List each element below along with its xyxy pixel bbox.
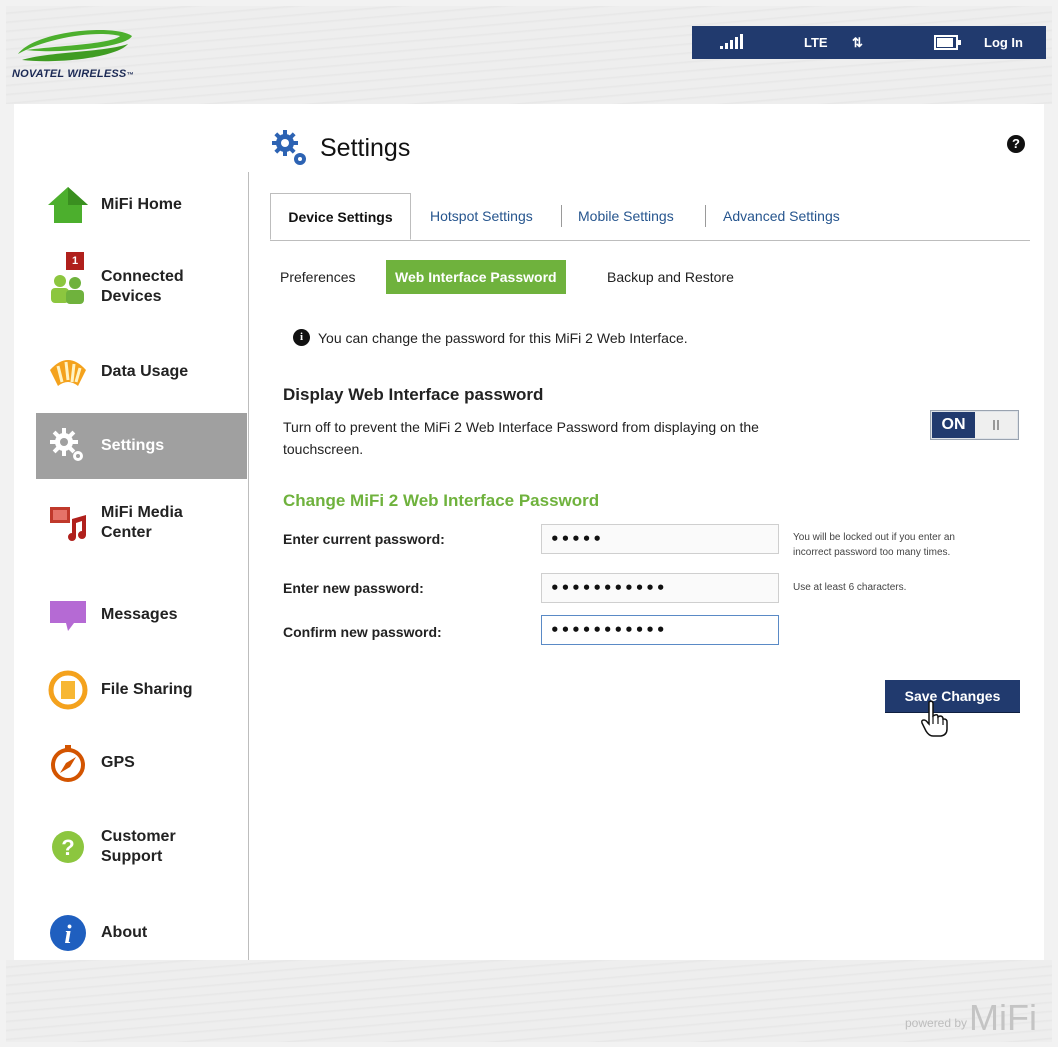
- login-button[interactable]: Log In: [984, 26, 1023, 59]
- sidebar-item-label: Connected Devices: [101, 268, 184, 305]
- tab-divider: [705, 205, 706, 227]
- new-password-input[interactable]: [541, 573, 779, 603]
- gps-compass-icon: [51, 745, 85, 782]
- tab-device-settings[interactable]: Device Settings: [270, 193, 411, 240]
- sidebar-item-mifi-home[interactable]: MiFi Home: [36, 172, 247, 238]
- settings-tabs: Device Settings Hotspot Settings Mobile …: [270, 193, 1030, 241]
- connected-devices-icon: [51, 275, 84, 304]
- status-bar: LTE ⇅ Log In: [692, 26, 1046, 59]
- messages-icon: [50, 601, 86, 631]
- new-password-label: Enter new password:: [283, 580, 424, 596]
- page-header: Settings: [270, 126, 410, 170]
- subtab-preferences[interactable]: Preferences: [280, 260, 355, 294]
- powered-by-mifi-logo: powered by MiFi: [905, 1000, 1037, 1036]
- sidebar-item-label: Messages: [101, 606, 178, 623]
- sidebar-item-label: MiFi Home: [101, 196, 182, 213]
- media-center-icon: [50, 507, 86, 541]
- sidebar-item-label: GPS: [101, 754, 135, 771]
- sidebar-item-gps[interactable]: GPS: [36, 730, 247, 796]
- display-password-heading: Display Web Interface password: [283, 385, 544, 404]
- svg-text:i: i: [64, 920, 72, 949]
- new-password-hint: Use at least 6 characters.: [793, 582, 907, 593]
- sidebar-item-customer-support[interactable]: ? Customer Support: [36, 814, 247, 880]
- sidebar-item-label: Settings: [101, 437, 165, 454]
- sidebar-item-about[interactable]: i About: [36, 900, 247, 966]
- subtab-backup-and-restore[interactable]: Backup and Restore: [607, 260, 734, 294]
- settings-header-icon: [272, 130, 306, 165]
- sidebar-item-mifi-media-center[interactable]: MiFi Media Center: [36, 490, 247, 556]
- sidebar-item-label: About: [101, 924, 148, 941]
- toggle-on-label: ON: [932, 412, 975, 438]
- about-info-icon: i: [50, 915, 86, 951]
- sidebar-item-settings[interactable]: Settings: [36, 413, 247, 479]
- change-password-heading: Change MiFi 2 Web Interface Password: [283, 491, 600, 510]
- confirm-password-input[interactable]: [541, 615, 779, 645]
- sidebar-item-data-usage[interactable]: Data Usage: [36, 339, 247, 405]
- tab-hotspot-settings[interactable]: Hotspot Settings: [430, 193, 533, 239]
- signal-strength-icon: [720, 26, 743, 59]
- hand-cursor-icon: [921, 700, 948, 737]
- sidebar-item-label: Data Usage: [101, 363, 189, 380]
- current-password-input[interactable]: [541, 524, 779, 554]
- tab-divider: [561, 205, 562, 227]
- powered-by-text: powered by: [905, 1016, 968, 1030]
- sidebar-item-label: File Sharing: [101, 681, 193, 698]
- sidebar-item-label: MiFi Media Center: [101, 504, 183, 541]
- home-icon: [48, 187, 88, 223]
- current-password-label: Enter current password:: [283, 531, 445, 547]
- battery-icon: [934, 26, 961, 59]
- info-icon: i: [293, 329, 310, 346]
- toggle-handle[interactable]: [975, 412, 1017, 438]
- tab-advanced-settings[interactable]: Advanced Settings: [723, 193, 840, 239]
- tab-mobile-settings[interactable]: Mobile Settings: [578, 193, 674, 239]
- sidebar-nav: MiFi Home 1 Connected Devices Data Usage…: [36, 172, 249, 960]
- data-usage-icon: [50, 360, 86, 386]
- confirm-password-label: Confirm new password:: [283, 624, 442, 640]
- mifi-brand-text: MiFi: [969, 997, 1038, 1038]
- info-message: i You can change the password for this M…: [293, 329, 688, 346]
- sidebar-item-label: Customer Support: [101, 828, 176, 865]
- settings-gear-icon: [50, 428, 83, 461]
- file-sharing-icon: [48, 670, 88, 710]
- novatel-logo[interactable]: NOVATEL WIRELESS™: [12, 24, 152, 84]
- display-password-toggle[interactable]: ON: [930, 410, 1019, 440]
- display-password-description: Turn off to prevent the MiFi 2 Web Inter…: [283, 419, 759, 457]
- data-activity-icon: ⇅: [852, 34, 863, 50]
- sidebar-item-file-sharing[interactable]: File Sharing: [36, 657, 247, 723]
- network-type: LTE: [804, 35, 828, 50]
- sidebar-item-messages[interactable]: Messages: [36, 582, 247, 648]
- logo-text: NOVATEL WIRELESS™: [12, 68, 134, 80]
- help-icon[interactable]: ?: [1007, 135, 1025, 153]
- notification-badge: 1: [66, 252, 84, 270]
- current-password-hint: You will be locked out if you enter an i…: [793, 532, 955, 558]
- svg-text:?: ?: [61, 835, 74, 860]
- swoosh-icon: [18, 30, 132, 62]
- info-text: You can change the password for this MiF…: [318, 329, 688, 346]
- subtab-web-interface-password[interactable]: Web Interface Password: [386, 260, 566, 294]
- footer-band: [6, 960, 1052, 1042]
- customer-support-icon: ?: [52, 831, 84, 863]
- page-title: Settings: [320, 133, 411, 162]
- sidebar-item-connected-devices[interactable]: 1 Connected Devices: [36, 252, 247, 320]
- save-changes-button[interactable]: Save Changes: [885, 680, 1020, 712]
